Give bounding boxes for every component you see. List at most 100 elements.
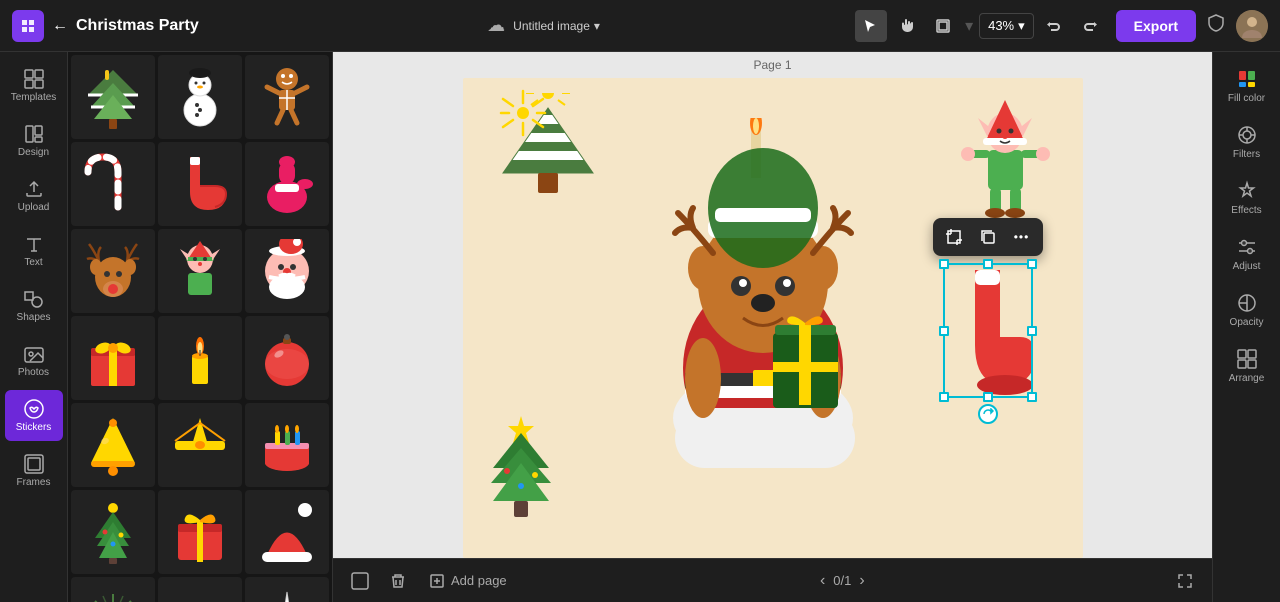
selection-handle-bl[interactable]: [939, 392, 949, 402]
page-next-button[interactable]: ›: [859, 572, 864, 590]
sidebar-item-upload[interactable]: Upload: [5, 170, 63, 221]
canvas-star-sun[interactable]: [498, 88, 548, 143]
sticker-panel: [68, 52, 333, 602]
sidebar-item-shapes[interactable]: Shapes: [5, 280, 63, 331]
selection-handle-mr[interactable]: [1027, 326, 1037, 336]
sticker-duplicate-button[interactable]: [973, 222, 1003, 252]
right-panel-opacity[interactable]: Opacity: [1218, 284, 1276, 336]
sticker-item-star-sparkle[interactable]: [245, 577, 329, 602]
sticker-grid: [68, 52, 332, 602]
device-frame-tool[interactable]: [927, 10, 959, 42]
add-page-button[interactable]: Add page: [421, 569, 515, 593]
sticker-item-snowman[interactable]: [158, 55, 242, 139]
bottom-bar-right: [1170, 566, 1200, 596]
zoom-control[interactable]: 43% ▾: [979, 13, 1034, 39]
sticker-item-reindeer[interactable]: [71, 229, 155, 313]
selected-sticker-wrapper[interactable]: •••: [943, 263, 1033, 398]
selection-handle-bm[interactable]: [983, 392, 993, 402]
canvas-area: Page 1: [333, 52, 1212, 602]
selection-handle-tr[interactable]: [1027, 259, 1037, 269]
sticker-item-small-tree[interactable]: [71, 490, 155, 574]
cloud-icon: ☁: [487, 15, 505, 36]
top-bar: ← Christmas Party ☁ Untitled image ▾ ▾ 4…: [0, 0, 1280, 52]
shapes-icon: [23, 288, 45, 310]
selection-handle-ml[interactable]: [939, 326, 949, 336]
selection-handle-br[interactable]: [1027, 392, 1037, 402]
undo-redo: [1038, 10, 1106, 42]
canvas-sticker-elf[interactable]: [958, 88, 1053, 223]
sidebar-item-templates[interactable]: Templates: [5, 60, 63, 111]
canvas-background[interactable]: •••: [463, 78, 1083, 558]
fill-color-icon: [1236, 68, 1258, 90]
sticker-item-ornament[interactable]: [245, 316, 329, 400]
fullscreen-button[interactable]: [1170, 566, 1200, 596]
canvas-photo-reindeer[interactable]: [603, 118, 923, 488]
redo-button[interactable]: [1074, 10, 1106, 42]
sticker-item-candy-cane[interactable]: [71, 142, 155, 226]
selection-box[interactable]: [943, 263, 1033, 398]
sticker-item-mitten[interactable]: [245, 142, 329, 226]
sticker-item-gift-bow[interactable]: [158, 490, 242, 574]
stickers-icon: [23, 398, 45, 420]
bottom-bar: Add page ‹ 0/1 ›: [333, 558, 1212, 602]
top-bar-left: ← Christmas Party: [12, 10, 232, 42]
right-panel-effects[interactable]: Effects: [1218, 172, 1276, 224]
sidebar-item-photos[interactable]: Photos: [5, 335, 63, 386]
select-tool[interactable]: [855, 10, 887, 42]
upload-icon: [23, 178, 45, 200]
sticker-more-button[interactable]: •••: [1007, 222, 1037, 252]
sticker-item-ribbon[interactable]: [158, 403, 242, 487]
sticker-item-gingerbread[interactable]: [245, 55, 329, 139]
sticker-item-elf[interactable]: [158, 229, 242, 313]
sticker-item-santa-hat[interactable]: [245, 490, 329, 574]
bottom-bar-left: Add page: [345, 566, 515, 596]
user-avatar[interactable]: [1236, 10, 1268, 42]
undo-button[interactable]: [1038, 10, 1070, 42]
hand-tool[interactable]: [891, 10, 923, 42]
sticker-item-wave[interactable]: [158, 577, 242, 602]
app-logo[interactable]: [12, 10, 44, 42]
sticker-context-toolbar: •••: [933, 218, 1043, 256]
right-panel-adjust[interactable]: Adjust: [1218, 228, 1276, 280]
text-icon: [23, 233, 45, 255]
sidebar-item-text[interactable]: Text: [5, 225, 63, 276]
sidebar-item-frames[interactable]: Frames: [5, 445, 63, 496]
sticker-item-stocking-green[interactable]: [158, 142, 242, 226]
design-icon: [23, 123, 45, 145]
main-layout: Templates Design Upload Text Shapes Phot…: [0, 52, 1280, 602]
sticker-crop-button[interactable]: [939, 222, 969, 252]
selection-handle-tm[interactable]: [983, 259, 993, 269]
opacity-icon: [1236, 292, 1258, 314]
sticker-item-santa[interactable]: [245, 229, 329, 313]
right-panel-arrange[interactable]: Arrange: [1218, 340, 1276, 392]
trash-button[interactable]: [383, 566, 413, 596]
shield-button[interactable]: [1206, 13, 1226, 38]
page-prev-button[interactable]: ‹: [820, 572, 825, 590]
sticker-item-candle[interactable]: [158, 316, 242, 400]
canvas-sticker-small-tree[interactable]: [481, 413, 561, 528]
canvas-wrapper[interactable]: •••: [333, 78, 1212, 558]
right-panel-filters[interactable]: Filters: [1218, 116, 1276, 168]
project-title: Christmas Party: [76, 17, 199, 35]
sticker-item-gift-red[interactable]: [71, 316, 155, 400]
page-label: Page 1: [333, 52, 1212, 78]
sticker-item-starburst[interactable]: [71, 577, 155, 602]
export-button[interactable]: Export: [1116, 10, 1196, 42]
back-button[interactable]: ←: [52, 17, 68, 35]
sidebar-item-design[interactable]: Design: [5, 115, 63, 166]
sticker-item-cake[interactable]: [245, 403, 329, 487]
templates-icon: [23, 68, 45, 90]
frame-icon-bottom[interactable]: [345, 566, 375, 596]
rotate-handle[interactable]: [978, 404, 998, 424]
photos-icon: [23, 343, 45, 365]
selection-handle-tl[interactable]: [939, 259, 949, 269]
sticker-item-bell[interactable]: [71, 403, 155, 487]
right-panel-fill-color[interactable]: Fill color: [1218, 60, 1276, 112]
sidebar-icons: Templates Design Upload Text Shapes Phot…: [0, 52, 68, 602]
right-panel: Fill color Filters Effects Adjust Opacit…: [1212, 52, 1280, 602]
doc-name-dropdown[interactable]: Untitled image ▾: [513, 19, 600, 33]
toolbar-tools: ▾ 43% ▾: [855, 10, 1106, 42]
sidebar-item-stickers[interactable]: Stickers: [5, 390, 63, 441]
effects-icon: [1236, 180, 1258, 202]
sticker-item-tree[interactable]: [71, 55, 155, 139]
